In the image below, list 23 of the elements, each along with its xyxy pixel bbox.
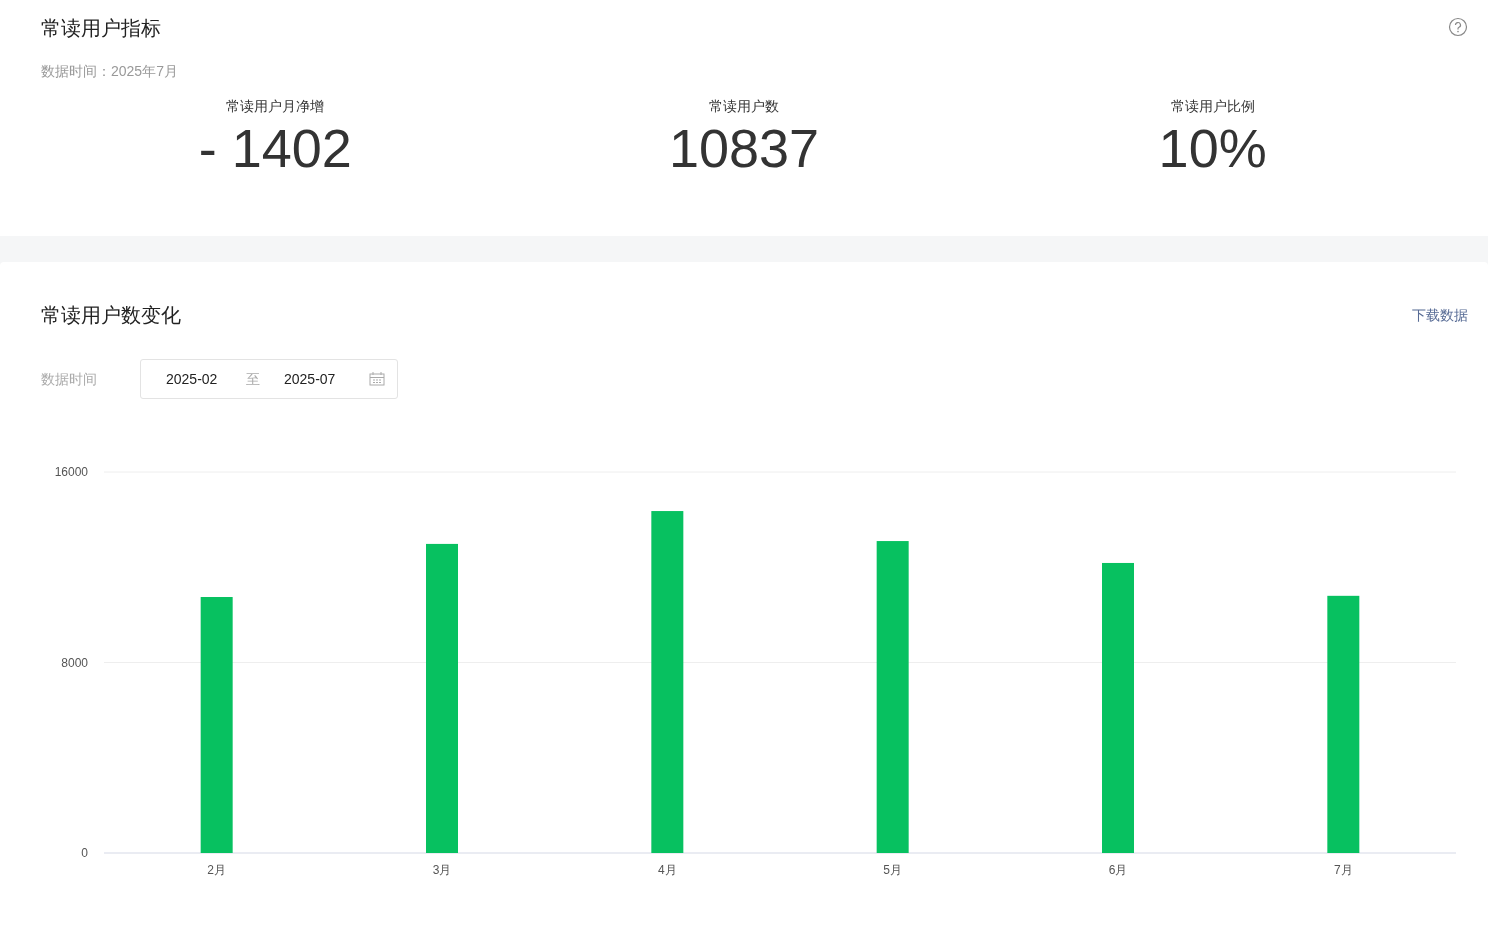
x-axis-label: 5月 bbox=[883, 863, 902, 877]
x-axis-label: 3月 bbox=[432, 863, 452, 877]
x-axis-label: 7月 bbox=[1334, 863, 1353, 877]
data-time-text: 数据时间：2025年7月 bbox=[41, 62, 178, 81]
metric-value: - 1402 bbox=[198, 117, 352, 179]
help-icon[interactable] bbox=[1448, 17, 1468, 37]
download-link[interactable]: 下载数据 bbox=[1412, 304, 1468, 326]
x-axis-label: 2月 bbox=[207, 863, 226, 877]
filter-label: 数据时间 bbox=[41, 369, 98, 389]
y-axis-label: 16000 bbox=[54, 465, 88, 479]
card-title: 常读用户指标 bbox=[41, 16, 161, 41]
date-range-picker[interactable]: 2025-02 至 2025-07 bbox=[140, 359, 398, 399]
card-title: 常读用户数变化 bbox=[41, 303, 181, 328]
metric-label: 常读用户数 bbox=[709, 97, 779, 116]
metric-value: 10837 bbox=[668, 117, 820, 179]
x-axis-label: 4月 bbox=[658, 863, 677, 877]
calendar-icon bbox=[369, 372, 385, 386]
y-axis-label: 0 bbox=[81, 846, 88, 860]
metric-label: 常读用户月净增 bbox=[226, 97, 325, 116]
x-axis-label: 6月 bbox=[1108, 863, 1128, 877]
metric-value: 10% bbox=[1158, 117, 1267, 179]
y-axis-label: 8000 bbox=[61, 655, 88, 670]
metric-label: 常读用户比例 bbox=[1170, 97, 1255, 116]
